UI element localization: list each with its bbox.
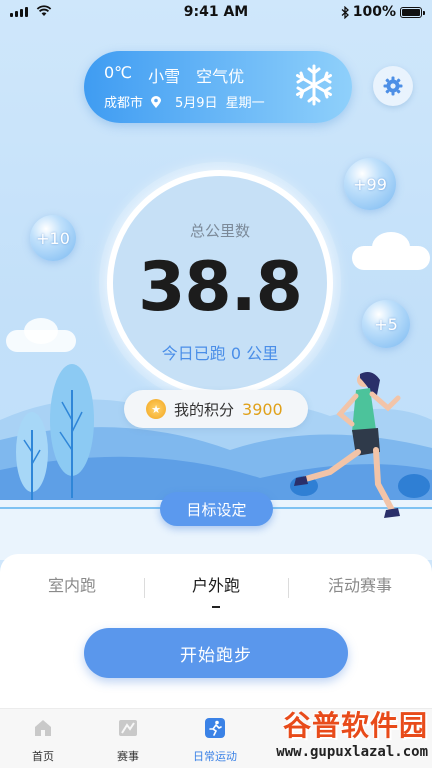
total-distance-value: 38.8 xyxy=(138,248,303,327)
tab-events[interactable]: 活动赛事 xyxy=(288,574,432,604)
bonus-bubble-top-right[interactable]: +99 xyxy=(344,158,396,210)
status-bar: 9:41 AM 100% xyxy=(0,0,432,26)
tabbar-label-home: 首页 xyxy=(32,750,54,763)
start-run-button[interactable]: 开始跑步 xyxy=(84,628,348,678)
weather-temperature: 0℃ xyxy=(104,63,133,82)
gear-icon xyxy=(383,76,403,96)
tab-outdoor-run[interactable]: 户外跑 xyxy=(144,574,288,608)
location-pin-icon xyxy=(151,95,162,108)
weather-condition: 小雪 xyxy=(148,67,181,86)
run-mode-tabs: 室内跑 户外跑 活动赛事 xyxy=(0,574,432,608)
bonus-bubble-left[interactable]: +10 xyxy=(30,215,76,261)
air-quality: 空气优 xyxy=(196,67,245,86)
points-label: 我的积分 xyxy=(174,400,235,419)
bonus-bubble-right[interactable]: +5 xyxy=(362,300,410,348)
points-badge[interactable]: ★ 我的积分 3900 xyxy=(124,390,308,428)
tabbar-item-home[interactable]: 首页 xyxy=(3,717,83,764)
weather-weekday: 星期一 xyxy=(225,96,265,111)
running-icon xyxy=(205,718,225,738)
goal-setting-button[interactable]: 目标设定 xyxy=(160,492,273,526)
tab-divider xyxy=(144,578,145,598)
tabbar-label-events: 赛事 xyxy=(117,750,139,763)
points-value: 3900 xyxy=(242,399,283,419)
total-distance-label: 总公里数 xyxy=(189,222,250,240)
watermark-title: 谷普软件园 xyxy=(282,709,428,742)
watermark-url: www.gupuxlazal.com xyxy=(276,744,428,760)
battery-icon xyxy=(400,6,425,18)
run-mode-panel: 室内跑 户外跑 活动赛事 开始跑步 xyxy=(0,554,432,714)
weather-date: 5月9日 xyxy=(175,96,218,111)
tabbar-item-events[interactable]: 赛事 xyxy=(88,717,168,764)
snowflake-icon xyxy=(296,64,332,106)
battery-percent: 100% xyxy=(352,4,396,20)
site-watermark: 谷普软件园 www.gupuxlazal.com xyxy=(242,700,432,768)
tab-indoor-run[interactable]: 室内跑 xyxy=(0,574,144,604)
home-icon xyxy=(35,720,51,736)
event-map-icon xyxy=(119,720,137,736)
star-coin-icon: ★ xyxy=(146,399,166,419)
bluetooth-icon xyxy=(341,5,349,19)
cloud-decoration xyxy=(372,232,410,262)
tab-divider xyxy=(288,578,289,598)
weather-card[interactable]: 0℃ 小雪 空气优 成都市 5月9日 星期一 xyxy=(84,51,352,123)
cloud-decoration xyxy=(24,318,58,344)
settings-button[interactable] xyxy=(373,66,413,106)
weather-city: 成都市 xyxy=(104,96,144,111)
